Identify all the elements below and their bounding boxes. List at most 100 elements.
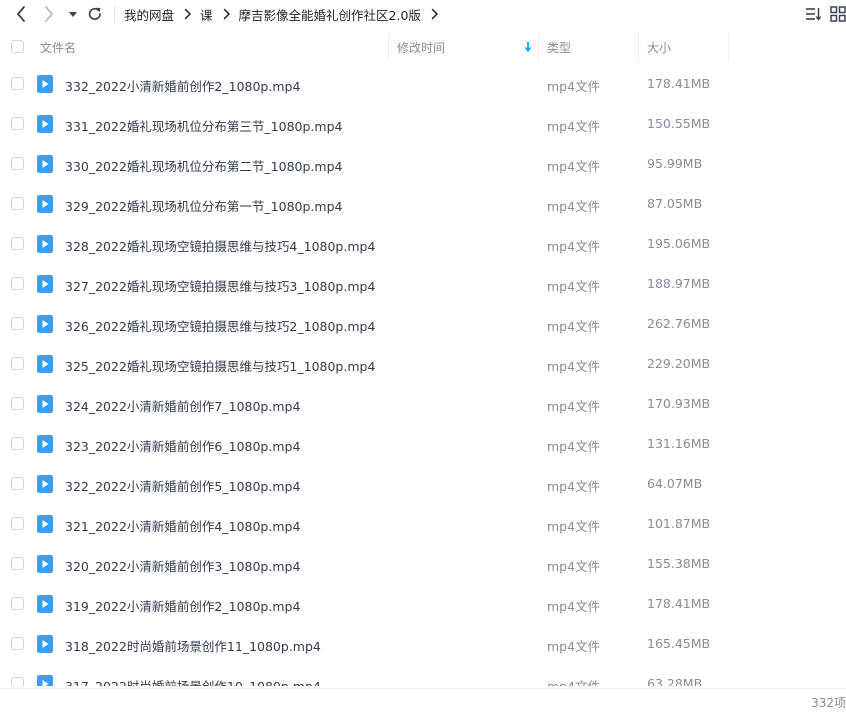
breadcrumb-item-course[interactable]: 课	[200, 5, 213, 24]
file-name[interactable]: 329_2022婚礼现场机位分布第一节_1080p.mp4	[65, 196, 342, 215]
file-checkbox[interactable]	[11, 317, 24, 330]
file-name[interactable]: 330_2022婚礼现场机位分布第二节_1080p.mp4	[65, 156, 342, 175]
video-file-icon	[37, 635, 53, 653]
file-checkbox[interactable]	[11, 557, 24, 570]
file-checkbox[interactable]	[11, 277, 24, 290]
file-row[interactable]: 322_2022小清新婚前创作5_1080p.mp4 mp4文件 64.07MB	[0, 464, 846, 504]
file-checkbox[interactable]	[11, 357, 24, 370]
file-name[interactable]: 323_2022小清新婚前创作6_1080p.mp4	[65, 436, 300, 455]
file-size: 64.07MB	[647, 476, 703, 491]
video-file-icon	[37, 155, 53, 173]
forward-button[interactable]	[38, 2, 60, 26]
video-file-icon	[37, 595, 53, 613]
file-row[interactable]: 319_2022小清新婚前创作2_1080p.mp4 mp4文件 178.41MB	[0, 584, 846, 624]
column-divider[interactable]	[728, 33, 729, 61]
file-checkbox[interactable]	[11, 397, 24, 410]
file-name[interactable]: 321_2022小清新婚前创作4_1080p.mp4	[65, 516, 300, 535]
file-checkbox[interactable]	[11, 77, 24, 90]
file-row[interactable]: 329_2022婚礼现场机位分布第一节_1080p.mp4 mp4文件 87.05M…	[0, 184, 846, 224]
column-divider[interactable]	[638, 33, 639, 61]
file-row[interactable]: 332_2022小清新婚前创作2_1080p.mp4 mp4文件 178.41MB	[0, 64, 846, 104]
file-checkbox[interactable]	[11, 597, 24, 610]
file-type: mp4文件	[547, 639, 601, 654]
file-list: 332_2022小清新婚前创作2_1080p.mp4 mp4文件 178.41MB 3…	[0, 64, 846, 686]
file-type: mp4文件	[547, 599, 601, 614]
column-header-modified-time[interactable]: 修改时间	[397, 39, 445, 56]
file-size: 229.20MB	[647, 356, 711, 371]
file-size: 150.55MB	[647, 116, 711, 131]
column-header-size[interactable]: 大小	[647, 39, 671, 56]
file-checkbox[interactable]	[11, 517, 24, 530]
file-checkbox[interactable]	[11, 677, 24, 686]
refresh-button[interactable]	[85, 2, 105, 26]
file-name[interactable]: 322_2022小清新婚前创作5_1080p.mp4	[65, 476, 300, 495]
file-name[interactable]: 319_2022小清新婚前创作2_1080p.mp4	[65, 596, 300, 615]
file-name[interactable]: 324_2022小清新婚前创作7_1080p.mp4	[65, 396, 300, 415]
back-button[interactable]	[10, 2, 32, 26]
file-name[interactable]: 326_2022婚礼现场空镜拍摄思维与技巧2_1080p.mp4	[65, 316, 375, 335]
file-name[interactable]: 318_2022时尚婚前场景创作11_1080p.mp4	[65, 636, 321, 655]
grid-view-icon	[830, 6, 846, 22]
file-size: 101.87MB	[647, 516, 711, 531]
video-file-icon	[37, 235, 53, 253]
item-count: 332项	[811, 696, 846, 710]
chevron-right-icon	[431, 8, 439, 20]
file-row[interactable]: 325_2022婚礼现场空镜拍摄思维与技巧1_1080p.mp4 mp4文件 229…	[0, 344, 846, 384]
file-checkbox[interactable]	[11, 117, 24, 130]
file-name[interactable]: 325_2022婚礼现场空镜拍摄思维与技巧1_1080p.mp4	[65, 356, 375, 375]
file-name[interactable]: 331_2022婚礼现场机位分布第三节_1080p.mp4	[65, 116, 342, 135]
file-row[interactable]: 324_2022小清新婚前创作7_1080p.mp4 mp4文件 170.93MB	[0, 384, 846, 424]
chevron-right-icon	[45, 6, 53, 22]
file-name[interactable]: 332_2022小清新婚前创作2_1080p.mp4	[65, 76, 300, 95]
column-header-type[interactable]: 类型	[547, 39, 571, 56]
file-checkbox[interactable]	[11, 197, 24, 210]
file-name[interactable]: 320_2022小清新婚前创作3_1080p.mp4	[65, 556, 300, 575]
top-navigation-bar: 我的网盘 课 摩吉影像全能婚礼创作社区2.0版	[0, 0, 846, 28]
file-type: mp4文件	[547, 319, 601, 334]
file-checkbox[interactable]	[11, 477, 24, 490]
file-row[interactable]: 327_2022婚礼现场空镜拍摄思维与技巧3_1080p.mp4 mp4文件 188…	[0, 264, 846, 304]
column-divider[interactable]	[538, 33, 539, 61]
select-all-checkbox[interactable]	[11, 40, 24, 53]
file-row[interactable]: 326_2022婚礼现场空镜拍摄思维与技巧2_1080p.mp4 mp4文件 262…	[0, 304, 846, 344]
file-row[interactable]: 331_2022婚礼现场机位分布第三节_1080p.mp4 mp4文件 150.55…	[0, 104, 846, 144]
file-size: 195.06MB	[647, 236, 711, 251]
video-file-icon	[37, 355, 53, 373]
file-row[interactable]: 330_2022婚礼现场机位分布第二节_1080p.mp4 mp4文件 95.99M…	[0, 144, 846, 184]
column-header-name[interactable]: 文件名	[40, 39, 76, 56]
file-row[interactable]: 320_2022小清新婚前创作3_1080p.mp4 mp4文件 155.38MB	[0, 544, 846, 584]
file-name[interactable]: 327_2022婚礼现场空镜拍摄思维与技巧3_1080p.mp4	[65, 276, 375, 295]
video-file-icon	[37, 75, 53, 93]
breadcrumb-item-my-drive[interactable]: 我的网盘	[124, 5, 174, 24]
file-row[interactable]: 328_2022婚礼现场空镜拍摄思维与技巧4_1080p.mp4 mp4文件 195…	[0, 224, 846, 264]
file-type: mp4文件	[547, 199, 601, 214]
file-row[interactable]: 317_2022时尚婚前场景创作10_1080p.mp4 mp4文件 63.28MB	[0, 664, 846, 686]
file-name[interactable]: 328_2022婚礼现场空镜拍摄思维与技巧4_1080p.mp4	[65, 236, 375, 255]
column-divider[interactable]	[388, 33, 389, 61]
video-file-icon	[37, 315, 53, 333]
video-file-icon	[37, 435, 53, 453]
file-row[interactable]: 321_2022小清新婚前创作4_1080p.mp4 mp4文件 101.87MB	[0, 504, 846, 544]
video-file-icon	[37, 195, 53, 213]
file-checkbox[interactable]	[11, 237, 24, 250]
file-checkbox[interactable]	[11, 437, 24, 450]
file-size: 262.76MB	[647, 316, 711, 331]
file-checkbox[interactable]	[11, 637, 24, 650]
history-dropdown-button[interactable]	[66, 2, 80, 26]
chevron-right-icon	[223, 8, 231, 20]
video-file-icon	[37, 475, 53, 493]
file-row[interactable]: 318_2022时尚婚前场景创作11_1080p.mp4 mp4文件 165.45M…	[0, 624, 846, 664]
file-row[interactable]: 323_2022小清新婚前创作6_1080p.mp4 mp4文件 131.16MB	[0, 424, 846, 464]
file-size: 178.41MB	[647, 596, 711, 611]
video-file-icon	[37, 515, 53, 533]
file-name[interactable]: 317_2022时尚婚前场景创作10_1080p.mp4	[65, 676, 321, 686]
file-checkbox[interactable]	[11, 157, 24, 170]
sort-menu-button[interactable]	[803, 4, 823, 24]
file-size: 63.28MB	[647, 676, 703, 686]
view-mode-button[interactable]	[829, 4, 846, 24]
nav-divider	[114, 6, 115, 22]
status-divider	[0, 688, 846, 689]
file-size: 155.38MB	[647, 556, 711, 571]
breadcrumb-item-current-folder[interactable]: 摩吉影像全能婚礼创作社区2.0版	[239, 5, 421, 24]
video-file-icon	[37, 275, 53, 293]
